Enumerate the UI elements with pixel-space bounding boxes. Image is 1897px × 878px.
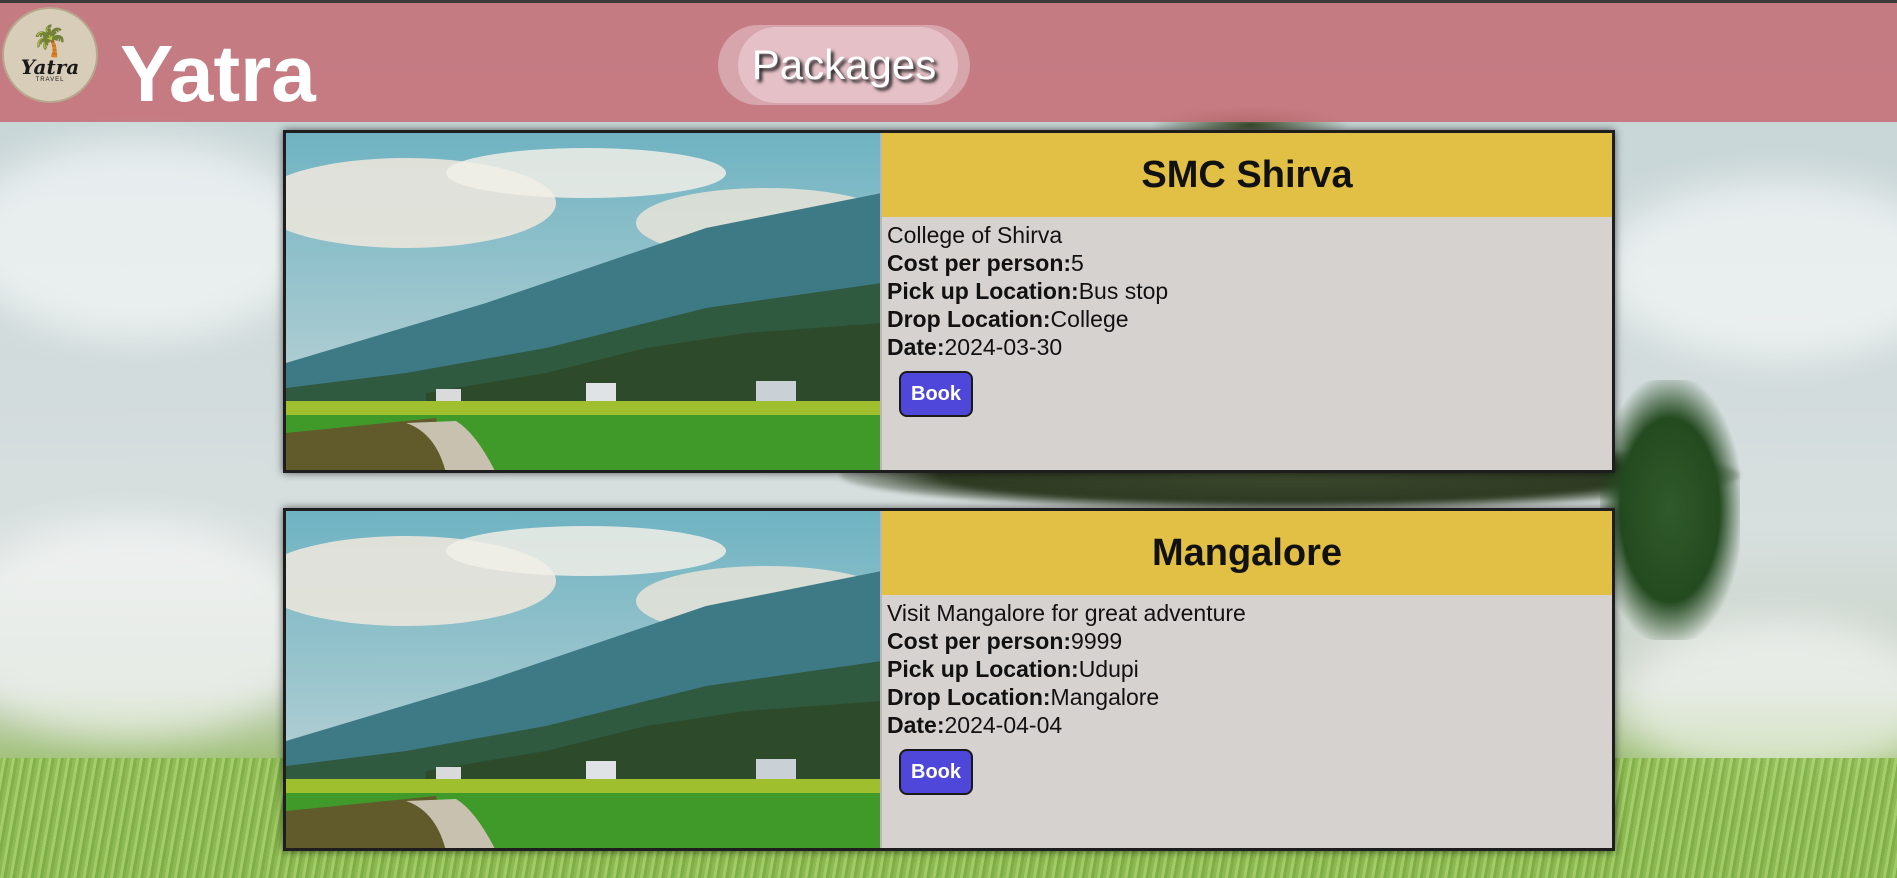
top-navbar: 🌴 Yatra TRAVEL Yatra Packages [0,0,1897,122]
package-cost: Cost per person:5 [887,249,1607,277]
drop-value: College [1050,306,1129,332]
pickup-value: Bus stop [1078,278,1169,304]
package-card: SMC Shirva College of Shirva Cost per pe… [283,130,1615,473]
package-cost: Cost per person:9999 [887,627,1607,655]
package-date: Date:2024-03-30 [887,333,1607,361]
package-landscape-image [286,511,882,848]
package-landscape-image [286,133,882,470]
package-description: Visit Mangalore for great adventure [887,600,1246,626]
pickup-value: Udupi [1078,656,1139,682]
package-details: SMC Shirva College of Shirva Cost per pe… [882,133,1612,470]
package-title: SMC Shirva [882,133,1612,217]
drop-label: Drop Location: [887,684,1051,710]
package-description: College of Shirva [887,222,1063,248]
package-drop: Drop Location:College [887,305,1607,333]
pickup-label: Pick up Location: [887,656,1079,682]
package-card: Mangalore Visit Mangalore for great adve… [283,508,1615,851]
palm-tree-icon: 🌴 [31,25,69,58]
date-value: 2024-03-30 [944,334,1063,360]
logo-subtitle: TRAVEL [35,77,65,83]
logo-name: Yatra [20,55,80,79]
package-pickup: Pick up Location:Udupi [887,655,1607,683]
package-info: Visit Mangalore for great adventure Cost… [882,595,1612,799]
package-info: College of Shirva Cost per person:5 Pick… [882,217,1612,421]
book-button[interactable]: Book [899,371,973,417]
package-drop: Drop Location:Mangalore [887,683,1607,711]
package-pickup: Pick up Location:Bus stop [887,277,1607,305]
drop-label: Drop Location: [887,306,1051,332]
yatra-logo[interactable]: 🌴 Yatra TRAVEL [2,7,98,103]
package-details: Mangalore Visit Mangalore for great adve… [882,511,1612,848]
pickup-label: Pick up Location: [887,278,1079,304]
package-title: Mangalore [882,511,1612,595]
book-button[interactable]: Book [899,749,973,795]
packages-nav-label: Packages [751,41,937,88]
cost-label: Cost per person: [887,250,1072,276]
date-value: 2024-04-04 [944,712,1063,738]
packages-nav-button[interactable]: Packages [718,25,970,105]
cost-value: 5 [1071,250,1084,276]
package-date: Date:2024-04-04 [887,711,1607,739]
date-label: Date: [887,712,945,738]
cost-value: 9999 [1071,628,1123,654]
drop-value: Mangalore [1050,684,1160,710]
brand-title: Yatra [120,29,316,118]
date-label: Date: [887,334,945,360]
cost-label: Cost per person: [887,628,1072,654]
